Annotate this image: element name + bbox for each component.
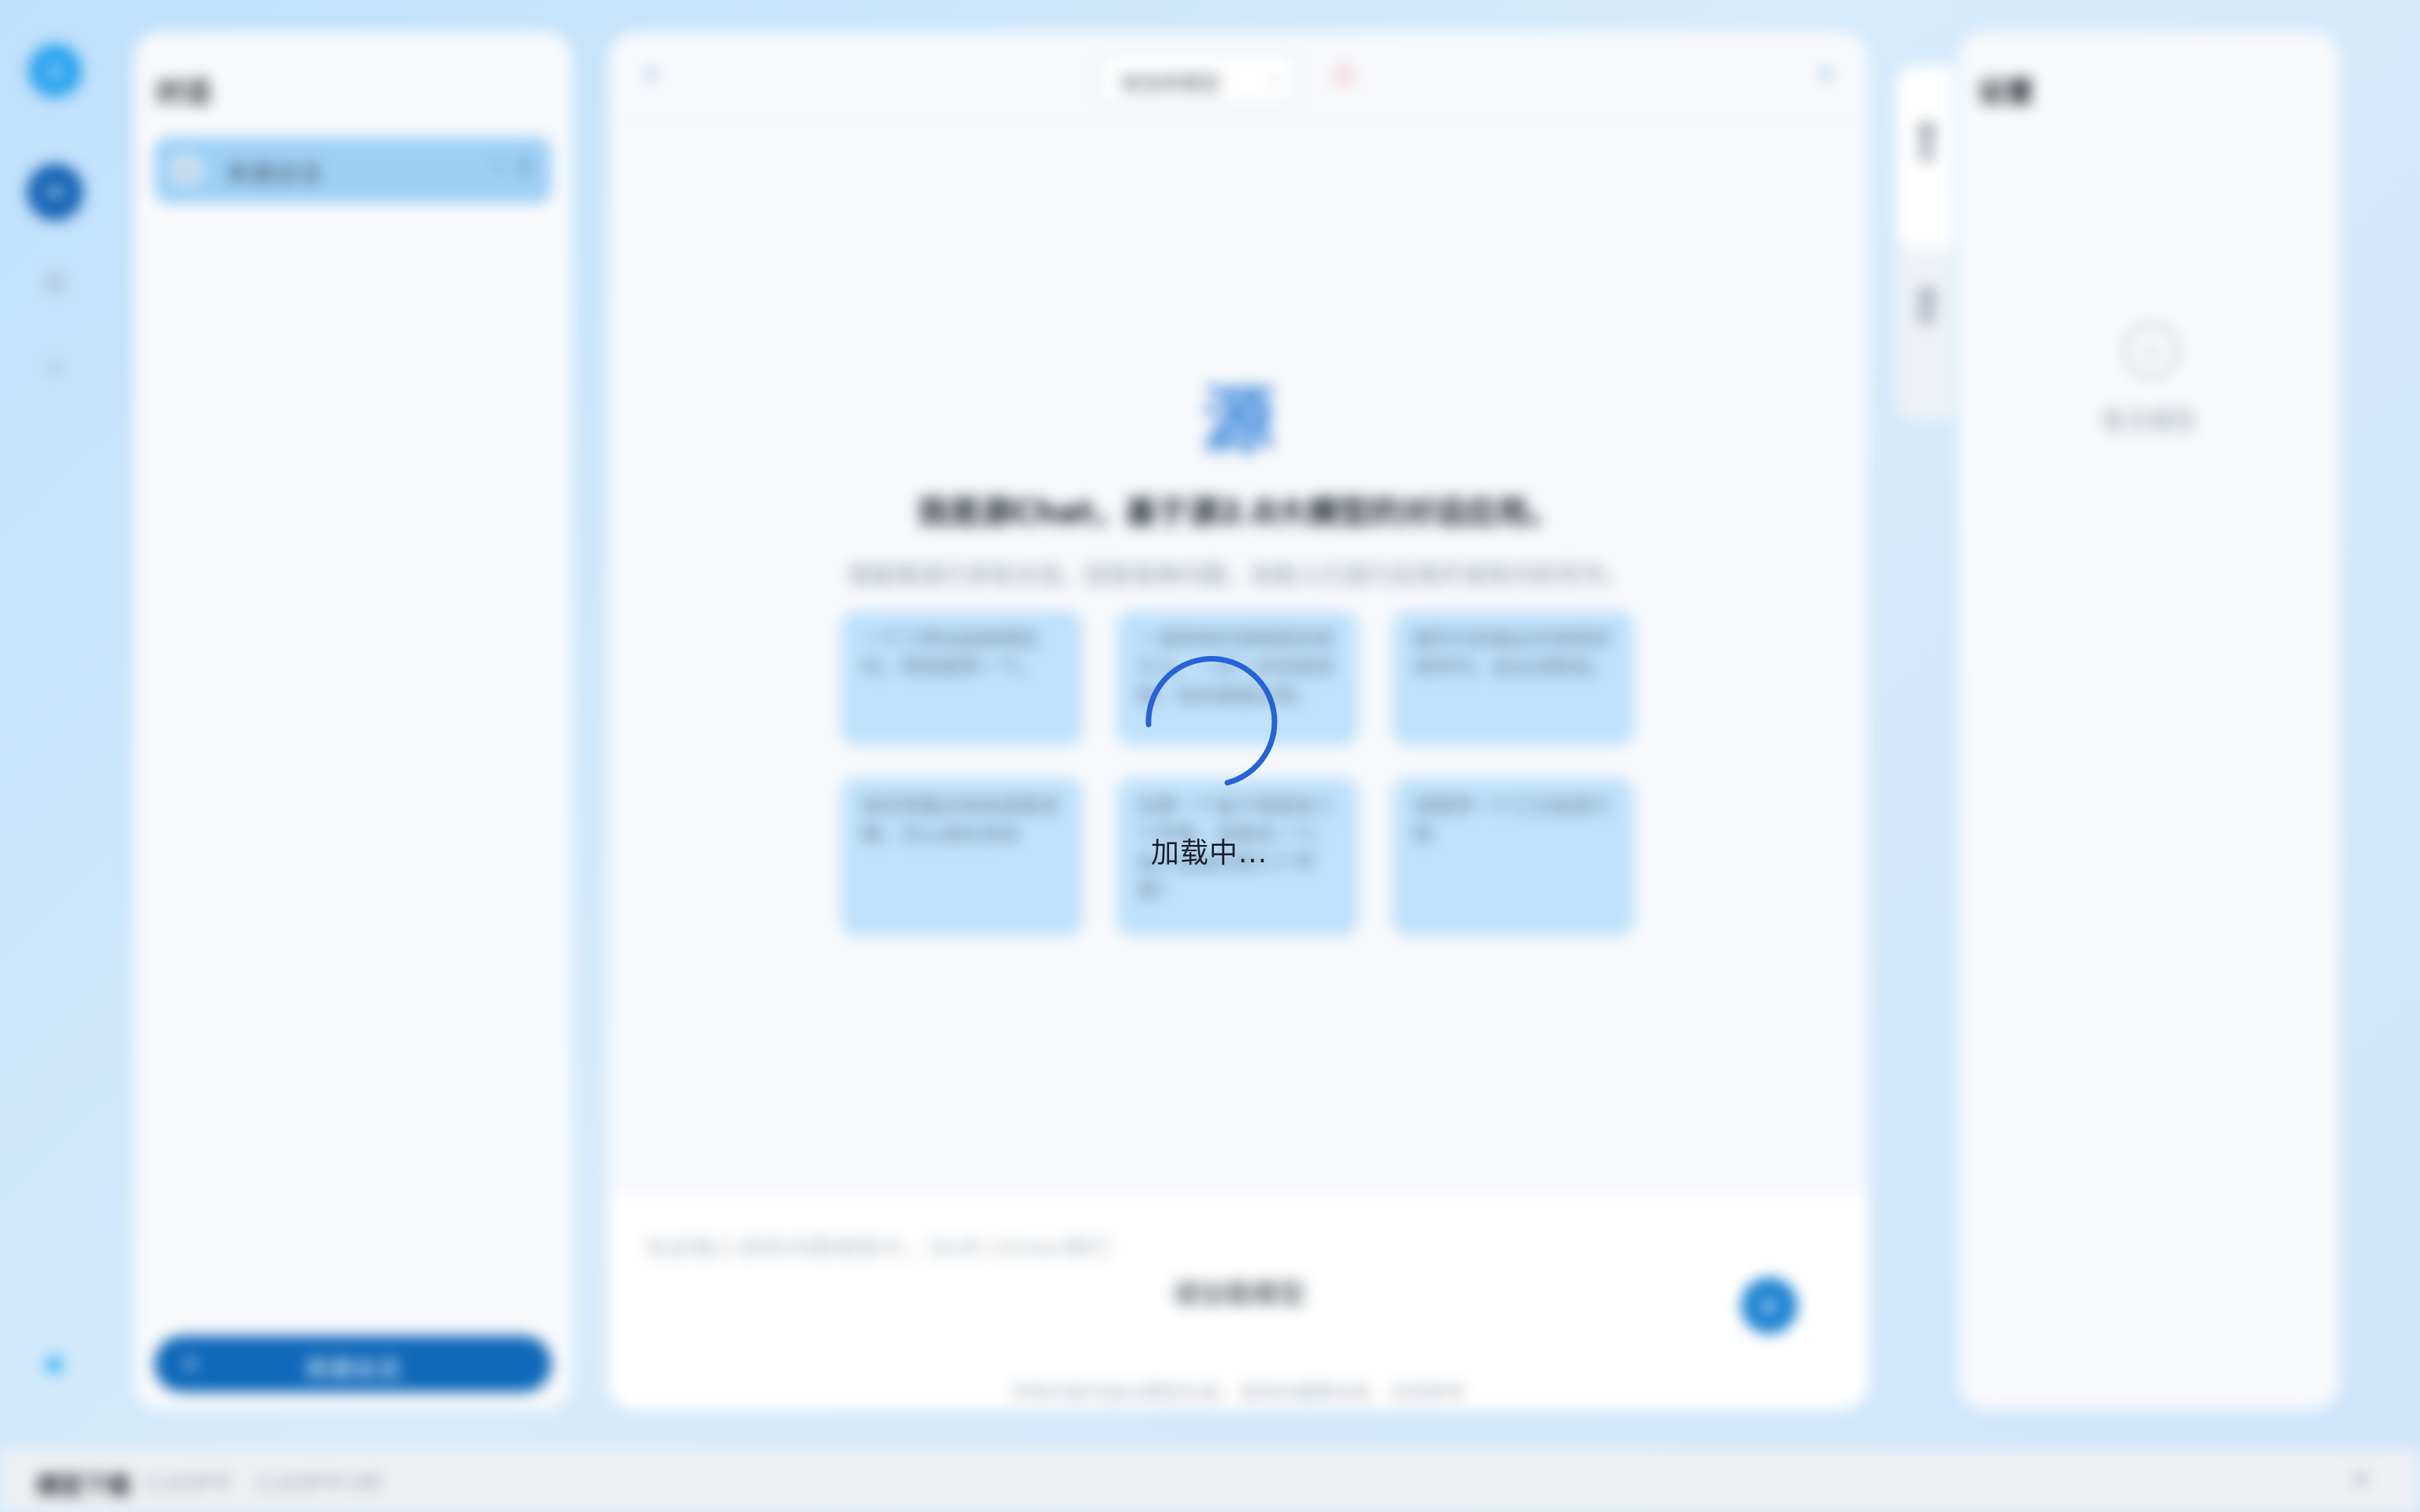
loading-overlay: 加载中... (0, 0, 2420, 1512)
app-window: A ✉ ▦ ⚙ 对话 ◎ 新建会话 ✎ 🗑 + 新建会话 ‹ 请选择模型 ⌄ ⚠… (0, 0, 2420, 1512)
loading-spinner-icon (1141, 650, 1282, 792)
loading-text: 加载中... (1150, 837, 1268, 869)
